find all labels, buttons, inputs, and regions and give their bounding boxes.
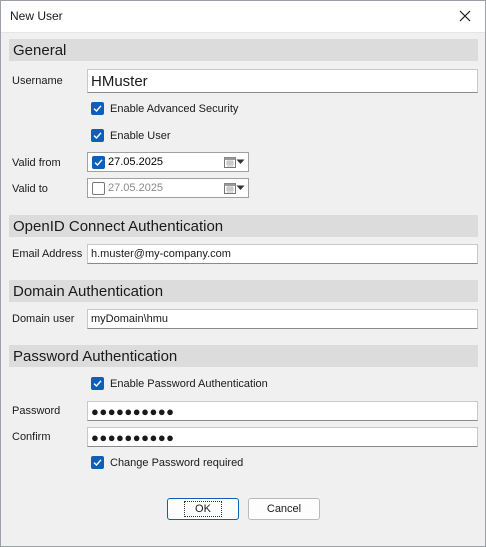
cancel-button-label: Cancel — [266, 503, 302, 515]
section-openid-title: OpenID Connect Authentication — [13, 218, 224, 235]
password-label: Password — [12, 405, 61, 417]
valid-from-checkbox[interactable] — [92, 155, 105, 169]
cancel-button[interactable]: Cancel — [248, 498, 320, 520]
ok-button-label: OK — [184, 501, 222, 517]
valid-from-datepicker[interactable]: 27.05.2025 — [87, 152, 249, 172]
checkbox-checked-icon — [91, 129, 104, 142]
enable-user-checkbox[interactable]: Enable User — [91, 129, 171, 142]
calendar-dropdown-button[interactable] — [224, 156, 245, 168]
section-openid: OpenID Connect Authentication — [9, 215, 478, 237]
email-input[interactable]: h.muster@my-company.com — [87, 244, 478, 264]
confirm-label: Confirm — [12, 431, 51, 443]
domain-user-label: Domain user — [12, 313, 75, 325]
password-value: ●●●●●●●●●● — [91, 403, 175, 419]
valid-from-value: 27.05.2025 — [108, 156, 164, 168]
close-icon — [459, 10, 471, 22]
valid-from-label: Valid from — [12, 157, 61, 169]
valid-to-checkbox[interactable] — [92, 181, 105, 195]
section-password: Password Authentication — [9, 345, 478, 367]
checkbox-checked-icon — [91, 377, 104, 390]
close-button[interactable] — [451, 3, 479, 29]
enable-password-auth-checkbox[interactable]: Enable Password Authentication — [91, 377, 268, 390]
enable-advanced-security-checkbox[interactable]: Enable Advanced Security — [91, 102, 238, 115]
ok-button[interactable]: OK — [167, 498, 239, 520]
chevron-down-icon — [236, 185, 245, 190]
change-password-required-label: Change Password required — [110, 456, 244, 469]
domain-user-value: myDomain\hmu — [91, 313, 169, 325]
valid-to-datepicker[interactable]: 27.05.2025 — [87, 178, 249, 198]
checkbox-checked-icon — [91, 456, 104, 469]
username-input[interactable]: HMuster — [87, 69, 478, 93]
section-domain: Domain Authentication — [9, 280, 478, 302]
title-bar: New User — [1, 1, 485, 33]
username-value: HMuster — [91, 72, 148, 90]
chevron-down-icon — [236, 159, 245, 164]
confirm-value: ●●●●●●●●●● — [91, 429, 175, 445]
email-label: Email Address — [12, 248, 83, 260]
confirm-password-input[interactable]: ●●●●●●●●●● — [87, 427, 478, 447]
calendar-dropdown-button[interactable] — [224, 182, 245, 194]
valid-to-value: 27.05.2025 — [108, 182, 164, 194]
section-general: General — [9, 39, 478, 61]
calendar-icon — [224, 183, 236, 194]
section-password-title: Password Authentication — [13, 348, 178, 365]
password-input[interactable]: ●●●●●●●●●● — [87, 401, 478, 421]
section-general-title: General — [13, 42, 67, 59]
enable-advanced-security-label: Enable Advanced Security — [110, 102, 239, 115]
username-label: Username — [12, 75, 63, 87]
window-title: New User — [10, 9, 63, 23]
enable-password-auth-label: Enable Password Authentication — [110, 377, 268, 390]
valid-to-label: Valid to — [12, 183, 48, 195]
section-domain-title: Domain Authentication — [13, 283, 164, 300]
change-password-required-checkbox[interactable]: Change Password required — [91, 456, 243, 469]
domain-user-input[interactable]: myDomain\hmu — [87, 309, 478, 329]
email-value: h.muster@my-company.com — [91, 248, 231, 260]
calendar-icon — [224, 157, 236, 168]
enable-user-label: Enable User — [110, 129, 171, 142]
checkbox-checked-icon — [91, 102, 104, 115]
new-user-dialog: New User General Username HMuster Enable… — [0, 0, 486, 547]
